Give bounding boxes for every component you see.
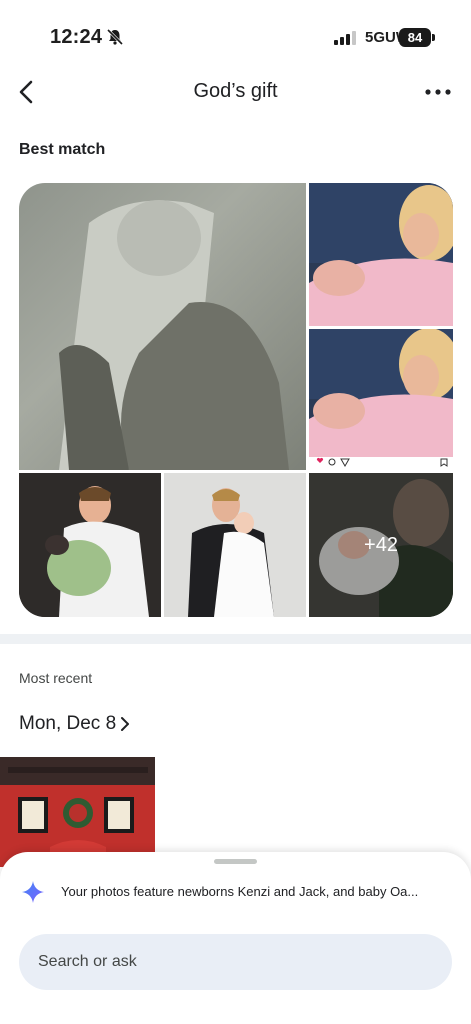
photo-tile-bottom-center[interactable] xyxy=(164,473,306,617)
ai-summary-text[interactable]: Your photos feature newborns Kenzi and J… xyxy=(61,884,451,899)
photo-tile-more[interactable]: +42 xyxy=(309,473,453,617)
search-placeholder: Search or ask xyxy=(38,953,137,970)
search-input[interactable]: Search or ask xyxy=(19,934,452,990)
photo-tile-top-right[interactable] xyxy=(309,183,453,326)
status-bar: 12:24 5GUW 84 xyxy=(0,0,471,72)
battery-indicator: 84 xyxy=(399,28,431,47)
page-title: God’s gift xyxy=(193,80,278,102)
status-time: 12:24 xyxy=(50,26,103,48)
most-recent-label: Most recent xyxy=(19,670,93,686)
best-match-label: Best match xyxy=(19,141,106,158)
battery-level: 84 xyxy=(407,30,423,45)
more-photos-count: +42 xyxy=(364,533,398,556)
sheet-drag-handle[interactable] xyxy=(214,859,257,864)
signal-icon xyxy=(334,31,356,45)
best-match-grid: +42 xyxy=(19,183,453,617)
bell-muted-icon xyxy=(106,28,124,46)
more-options-icon[interactable] xyxy=(424,82,452,102)
bottom-sheet: Your photos feature newborns Kenzi and J… xyxy=(0,852,471,1024)
photo-tile-middle-right[interactable] xyxy=(309,329,453,470)
section-divider xyxy=(0,634,471,644)
battery-cap xyxy=(432,34,435,41)
date-heading[interactable]: Mon, Dec 8 xyxy=(19,713,116,735)
recent-photo-tile[interactable] xyxy=(0,757,155,867)
chevron-right-icon[interactable] xyxy=(119,716,131,732)
photo-tile-main[interactable] xyxy=(19,183,306,470)
photo-tile-bottom-left[interactable] xyxy=(19,473,161,617)
gemini-sparkle-icon xyxy=(22,881,44,903)
